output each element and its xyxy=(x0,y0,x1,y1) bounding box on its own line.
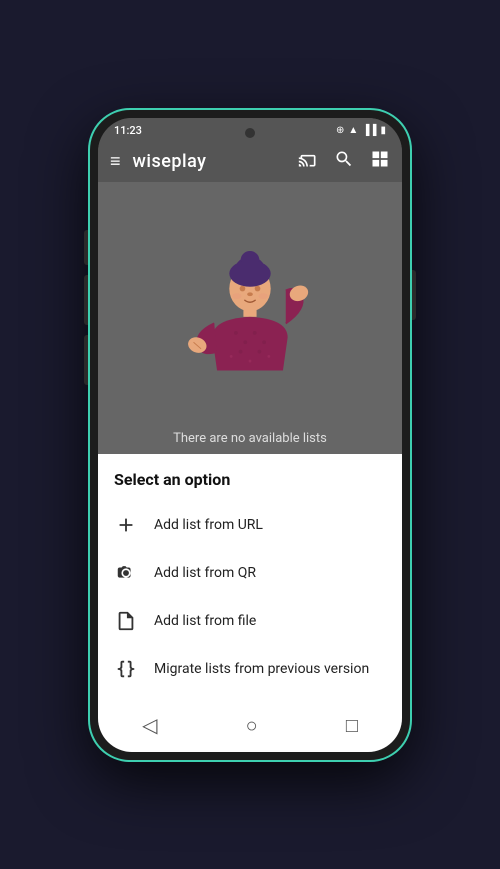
add-from-file-item[interactable]: Add list from file xyxy=(98,597,402,645)
volume-down-button xyxy=(84,275,88,325)
app-title: wiseplay xyxy=(133,151,207,172)
recents-button[interactable]: □ xyxy=(330,709,374,742)
migrate-item[interactable]: Migrate lists from previous version xyxy=(98,645,402,693)
cast-icon[interactable] xyxy=(298,149,318,174)
status-icons: ⊕ ▲ ▐▐ ▮ xyxy=(336,125,386,136)
no-lists-text: There are no available lists xyxy=(98,431,402,446)
main-content: There are no available lists xyxy=(98,182,402,454)
empty-state-illustration xyxy=(180,234,320,394)
plus-icon xyxy=(114,513,138,537)
power-button xyxy=(412,270,416,320)
status-time: 11:23 xyxy=(114,124,142,137)
migrate-label: Migrate lists from previous version xyxy=(154,661,369,677)
camera-icon xyxy=(114,561,138,585)
wifi-icon: ▲ xyxy=(348,125,358,136)
file-icon xyxy=(114,609,138,633)
bottom-sheet: Select an option Add list from URL Add l… xyxy=(98,454,402,701)
sheet-title: Select an option xyxy=(98,470,402,501)
add-file-label: Add list from file xyxy=(154,613,256,629)
migrate-icon xyxy=(114,657,138,681)
add-qr-label: Add list from QR xyxy=(154,565,256,581)
phone-screen: 11:23 ⊕ ▲ ▐▐ ▮ ≡ wiseplay xyxy=(98,118,402,752)
silent-button xyxy=(84,335,88,385)
front-camera xyxy=(245,128,255,138)
signal-icon: ▐▐ xyxy=(362,125,376,136)
volume-up-button xyxy=(84,230,88,265)
add-url-label: Add list from URL xyxy=(154,517,263,533)
add-from-qr-item[interactable]: Add list from QR xyxy=(98,549,402,597)
back-button[interactable]: ◁ xyxy=(126,709,173,741)
add-from-url-item[interactable]: Add list from URL xyxy=(98,501,402,549)
grid-icon[interactable] xyxy=(370,149,390,174)
search-icon[interactable] xyxy=(334,149,354,174)
nfc-icon: ⊕ xyxy=(336,125,344,136)
header-left: ≡ wiseplay xyxy=(110,151,206,172)
phone-shell: 11:23 ⊕ ▲ ▐▐ ▮ ≡ wiseplay xyxy=(90,110,410,760)
battery-icon: ▮ xyxy=(380,125,386,136)
menu-icon[interactable]: ≡ xyxy=(110,151,121,172)
header-right xyxy=(298,149,390,174)
home-button[interactable]: ○ xyxy=(230,709,274,742)
app-header: ≡ wiseplay xyxy=(98,141,402,182)
nav-bar: ◁ ○ □ xyxy=(98,701,402,752)
